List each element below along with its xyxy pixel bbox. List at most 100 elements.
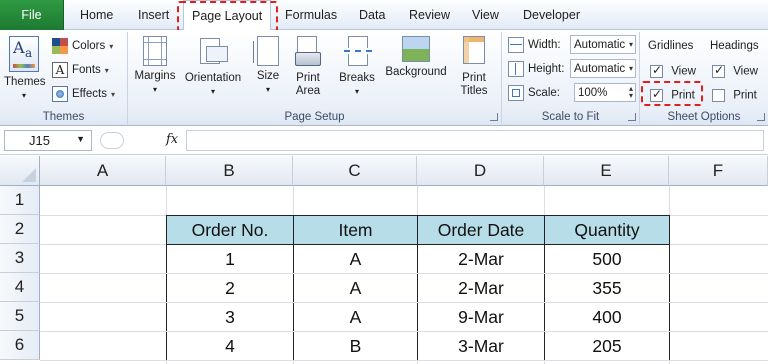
row-header-1[interactable]: 1 (0, 186, 40, 215)
table-cell[interactable]: 355 (544, 273, 670, 303)
table-cell[interactable]: 500 (544, 244, 670, 274)
table-cell[interactable]: 1 (166, 244, 294, 274)
formula-bar-toggle-handle[interactable] (100, 132, 124, 149)
tab-developer[interactable]: Developer (523, 0, 580, 30)
header-cell-quantity[interactable]: Quantity (544, 215, 670, 245)
effects-label: Effects (72, 88, 107, 100)
tab-view[interactable]: View (472, 0, 499, 30)
themes-dropdown-arrow: ▾ (21, 91, 26, 100)
row-header-6[interactable]: 6 (0, 331, 40, 360)
table-cell[interactable]: 4 (166, 331, 294, 361)
scale-to-fit-launcher-icon[interactable] (628, 113, 636, 121)
print-area-button[interactable]: Print Area (290, 36, 326, 98)
header-cell-item[interactable]: Item (293, 215, 418, 245)
row-header-4[interactable]: 4 (0, 273, 40, 302)
margins-button[interactable]: Margins ▾ (132, 36, 178, 96)
table-cell[interactable]: 3 (166, 302, 294, 332)
orientation-button[interactable]: Orientation ▾ (180, 36, 246, 98)
headings-print-label: Print (733, 89, 757, 102)
table-header-row: Order No. Item Order Date Quantity (166, 215, 670, 245)
table-row: 2 A 2-Mar 355 (166, 273, 670, 303)
row-header-5[interactable]: 5 (0, 302, 40, 331)
table-cell[interactable]: 205 (544, 331, 670, 361)
headings-print-option[interactable]: Print (712, 89, 757, 102)
colors-dropdown-arrow: ▾ (109, 41, 114, 51)
page-setup-group: Margins ▾ Orientation ▾ Size ▾ Print Are… (128, 32, 502, 124)
table-cell[interactable]: B (293, 331, 418, 361)
row-header-2[interactable]: 2 (0, 215, 40, 244)
scale-to-fit-group-label: Scale to Fit (541, 111, 600, 123)
select-all-corner[interactable] (0, 156, 40, 186)
header-cell-order-date[interactable]: Order Date (417, 215, 545, 245)
table-cell[interactable]: A (293, 302, 418, 332)
scale-to-fit-group: Width: Automatic ▾ Height: Automatic ▾ S… (502, 32, 640, 124)
gridlines-view-label: View (671, 65, 696, 78)
gridlines-view-option[interactable]: View (650, 63, 696, 78)
gridlines-print-checkbox[interactable] (650, 87, 663, 102)
tab-page-layout[interactable]: Page Layout (183, 0, 272, 31)
effects-button[interactable]: Effects ▾ (52, 84, 115, 104)
column-header-a[interactable]: A (40, 156, 166, 186)
sheet-options-group: Gridlines Headings View View Print Print… (640, 32, 768, 124)
height-dropdown-arrow[interactable]: ▾ (629, 64, 633, 73)
column-header-d[interactable]: D (417, 156, 544, 186)
column-header-c[interactable]: C (293, 156, 417, 186)
headings-view-option[interactable]: View (712, 63, 758, 78)
height-select[interactable]: Automatic ▾ (570, 59, 636, 78)
table-cell[interactable]: 2-Mar (417, 244, 545, 274)
table-cell[interactable]: A (293, 273, 418, 303)
sheet-options-launcher-icon[interactable] (757, 113, 765, 121)
scale-label-row: Scale: (508, 83, 560, 103)
tab-insert[interactable]: Insert (138, 0, 169, 30)
size-icon (253, 36, 279, 66)
table-cell[interactable]: A (293, 244, 418, 274)
column-header-b[interactable]: B (166, 156, 293, 186)
table-cell[interactable]: 400 (544, 302, 670, 332)
page-setup-launcher-icon[interactable] (490, 113, 498, 121)
print-titles-label-2: Titles (460, 85, 488, 97)
gridlines-view-checkbox[interactable] (650, 63, 663, 78)
print-titles-button[interactable]: Print Titles (454, 36, 494, 98)
table-cell[interactable]: 9-Mar (417, 302, 545, 332)
breaks-button[interactable]: Breaks ▾ (336, 36, 378, 98)
table-cell[interactable]: 3-Mar (417, 331, 545, 361)
scale-spin-arrows-icon[interactable]: ▴ ▾ (629, 85, 633, 100)
height-value: Automatic (574, 62, 626, 75)
tab-review[interactable]: Review (409, 0, 450, 30)
fonts-button[interactable]: A Fonts ▾ (52, 60, 109, 80)
name-box-dropdown-arrow[interactable]: ▼ (76, 134, 85, 144)
tab-data[interactable]: Data (359, 0, 385, 30)
themes-button[interactable]: A a Themes ▾ (4, 36, 46, 102)
insert-function-icon[interactable]: fx (166, 132, 178, 147)
column-header-f[interactable]: F (669, 156, 768, 186)
table-cell[interactable]: 2 (166, 273, 294, 303)
size-button[interactable]: Size ▾ (252, 36, 284, 96)
themes-icon: A a (9, 36, 39, 72)
width-select[interactable]: Automatic ▾ (570, 35, 636, 54)
table-cell[interactable]: 2-Mar (417, 273, 545, 303)
size-dropdown-arrow: ▾ (265, 85, 270, 94)
themes-group: A a Themes ▾ Colors ▾ A Fonts ▾ Effects … (0, 32, 128, 124)
header-cell-order-no[interactable]: Order No. (166, 215, 294, 245)
print-titles-label-1: Print (462, 72, 486, 84)
name-box[interactable]: J15 ▼ (4, 130, 92, 151)
gridlines-print-option[interactable]: Print (650, 87, 695, 102)
order-table: Order No. Item Order Date Quantity 1 A 2… (166, 215, 670, 361)
margins-icon (143, 36, 167, 66)
tab-formulas[interactable]: Formulas (285, 0, 337, 30)
breaks-label: Breaks (339, 72, 375, 84)
column-header-e[interactable]: E (544, 156, 669, 186)
print-area-label-2: Area (295, 85, 321, 97)
tab-home[interactable]: Home (80, 0, 113, 30)
row-header-3[interactable]: 3 (0, 244, 40, 273)
headings-print-checkbox[interactable] (712, 89, 725, 102)
tab-file[interactable]: File (0, 0, 64, 30)
width-dropdown-arrow[interactable]: ▾ (629, 40, 633, 49)
scale-spinner[interactable]: 100% ▴ ▾ (574, 83, 636, 102)
background-button[interactable]: Background (382, 36, 450, 79)
headings-view-checkbox[interactable] (712, 63, 725, 78)
themes-label: Themes (4, 76, 46, 88)
colors-button[interactable]: Colors ▾ (52, 36, 113, 56)
formula-input[interactable] (186, 130, 764, 151)
sheet-options-group-label: Sheet Options (667, 111, 741, 123)
